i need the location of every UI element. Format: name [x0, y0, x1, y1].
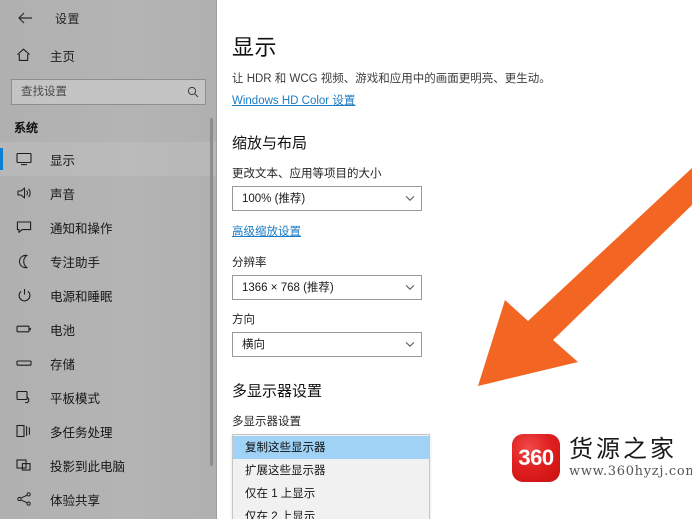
resolution-dropdown[interactable]: 1366 × 768 (推荐)	[232, 274, 422, 300]
watermark-text: 货源之家 www.360hyzj.com	[569, 435, 692, 479]
resolution-field-label: 分辨率	[232, 256, 267, 269]
sidebar-item-tablet-mode[interactable]: 平板模式	[0, 380, 217, 414]
resolution-dropdown-value: 1366 × 768 (推荐)	[242, 282, 334, 295]
storage-icon	[14, 353, 34, 373]
home-label: 主页	[50, 49, 76, 64]
watermark-badge-text: 360	[518, 445, 554, 470]
sidebar-item-label: 声音	[50, 187, 76, 202]
sidebar-item-projecting[interactable]: 投影到此电脑	[0, 448, 217, 482]
hdr-color-settings-link[interactable]: Windows HD Color 设置	[232, 92, 355, 108]
sidebar-item-shared-experiences[interactable]: 体验共享	[0, 482, 217, 516]
orientation-dropdown[interactable]: 横向	[232, 331, 422, 357]
sidebar-background: 设置 主页 系统	[0, 0, 217, 519]
orientation-field-label: 方向	[232, 313, 255, 326]
dropdown-option[interactable]: 复制这些显示器	[233, 435, 429, 459]
watermark: 360 货源之家 www.360hyzj.com	[512, 434, 692, 482]
moon-icon	[14, 251, 34, 271]
sidebar-item-display[interactable]: 显示	[0, 142, 217, 176]
sidebar-item-notifications[interactable]: 通知和操作	[0, 210, 217, 244]
sidebar-item-label: 多任务处理	[50, 425, 113, 440]
chevron-down-icon	[399, 341, 421, 348]
tablet-icon	[14, 387, 34, 407]
sidebar-item-storage[interactable]: 存储	[0, 346, 217, 380]
back-arrow-icon[interactable]	[12, 5, 38, 31]
sidebar-item-label: 体验共享	[50, 493, 101, 508]
chevron-down-icon	[399, 284, 421, 291]
orientation-dropdown-value: 横向	[242, 339, 265, 352]
sidebar-item-sound[interactable]: 声音	[0, 176, 217, 210]
search-box[interactable]	[11, 79, 206, 105]
scale-dropdown[interactable]: 100% (推荐)	[232, 185, 422, 211]
speaker-icon	[14, 183, 34, 203]
scale-layout-heading: 缩放与布局	[232, 134, 308, 152]
share-icon	[14, 489, 34, 509]
sidebar-item-focus-assist[interactable]: 专注助手	[0, 244, 217, 278]
sidebar-item-label: 存储	[50, 357, 76, 372]
watermark-badge: 360	[512, 434, 560, 482]
chat-bubble-icon	[14, 217, 34, 237]
sidebar-scrollbar[interactable]	[210, 118, 213, 466]
sidebar-item-power-sleep[interactable]: 电源和睡眠	[0, 278, 217, 312]
sidebar-item-battery[interactable]: 电池	[0, 312, 217, 346]
sidebar: 设置 主页 系统	[0, 0, 217, 519]
title-bar: 设置	[0, 0, 217, 36]
sidebar-item-label: 电源和睡眠	[50, 289, 113, 304]
sidebar-item-home[interactable]: 主页	[0, 40, 217, 70]
sidebar-item-label: 专注助手	[50, 255, 101, 270]
multi-display-field-label: 多显示器设置	[232, 415, 301, 428]
multi-display-dropdown-list[interactable]: 复制这些显示器 扩展这些显示器 仅在 1 上显示 仅在 2 上显示	[232, 433, 430, 519]
sidebar-section-title: 系统	[14, 121, 39, 135]
dropdown-option[interactable]: 仅在 2 上显示	[233, 505, 429, 519]
search-icon[interactable]	[181, 86, 205, 98]
hdr-color-description: 让 HDR 和 WCG 视频、游戏和应用中的画面更明亮、更生动。	[232, 73, 551, 85]
watermark-url: www.360hyzj.com	[569, 463, 692, 479]
dropdown-option[interactable]: 仅在 1 上显示	[233, 482, 429, 505]
multitask-icon	[14, 421, 34, 441]
sidebar-item-label: 显示	[50, 153, 76, 168]
search-input[interactable]	[12, 79, 181, 105]
settings-window: 设置 主页 系统	[0, 0, 692, 519]
scale-dropdown-value: 100% (推荐)	[242, 193, 306, 206]
sidebar-nav-list: 显示 声音 通知和操作 专注助手 电源和睡眠 电池 存储 平板模式 多任务处理 …	[0, 142, 217, 519]
sidebar-item-label: 平板模式	[50, 391, 101, 406]
chevron-down-icon	[399, 195, 421, 202]
watermark-brand: 货源之家	[569, 435, 677, 464]
power-icon	[14, 285, 34, 305]
battery-icon	[14, 319, 34, 339]
sidebar-item-label: 通知和操作	[50, 221, 113, 236]
sidebar-item-label: 投影到此电脑	[50, 459, 126, 474]
page-title: 显示	[232, 35, 278, 60]
advanced-scaling-link[interactable]: 高级缩放设置	[232, 223, 301, 239]
dropdown-option[interactable]: 扩展这些显示器	[233, 459, 429, 482]
sidebar-item-multitasking[interactable]: 多任务处理	[0, 414, 217, 448]
sidebar-item-label: 电池	[50, 323, 76, 338]
home-icon	[12, 44, 34, 66]
monitor-icon	[14, 149, 34, 169]
window-title: 设置	[55, 11, 81, 26]
multi-display-heading: 多显示器设置	[232, 382, 323, 400]
scale-field-label: 更改文本、应用等项目的大小	[232, 167, 382, 180]
project-screen-icon	[14, 455, 34, 475]
